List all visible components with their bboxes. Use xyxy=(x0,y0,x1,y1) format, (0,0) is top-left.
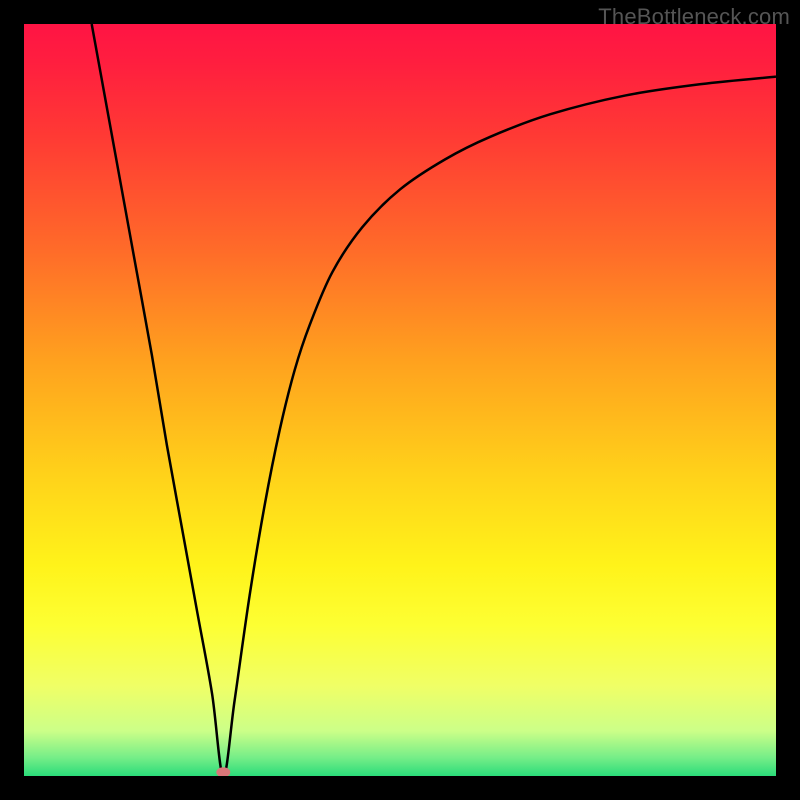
chart-frame: TheBottleneck.com xyxy=(0,0,800,800)
plot-area xyxy=(24,24,776,776)
chart-svg xyxy=(24,24,776,776)
gradient-background xyxy=(24,24,776,776)
watermark-text: TheBottleneck.com xyxy=(598,4,790,30)
